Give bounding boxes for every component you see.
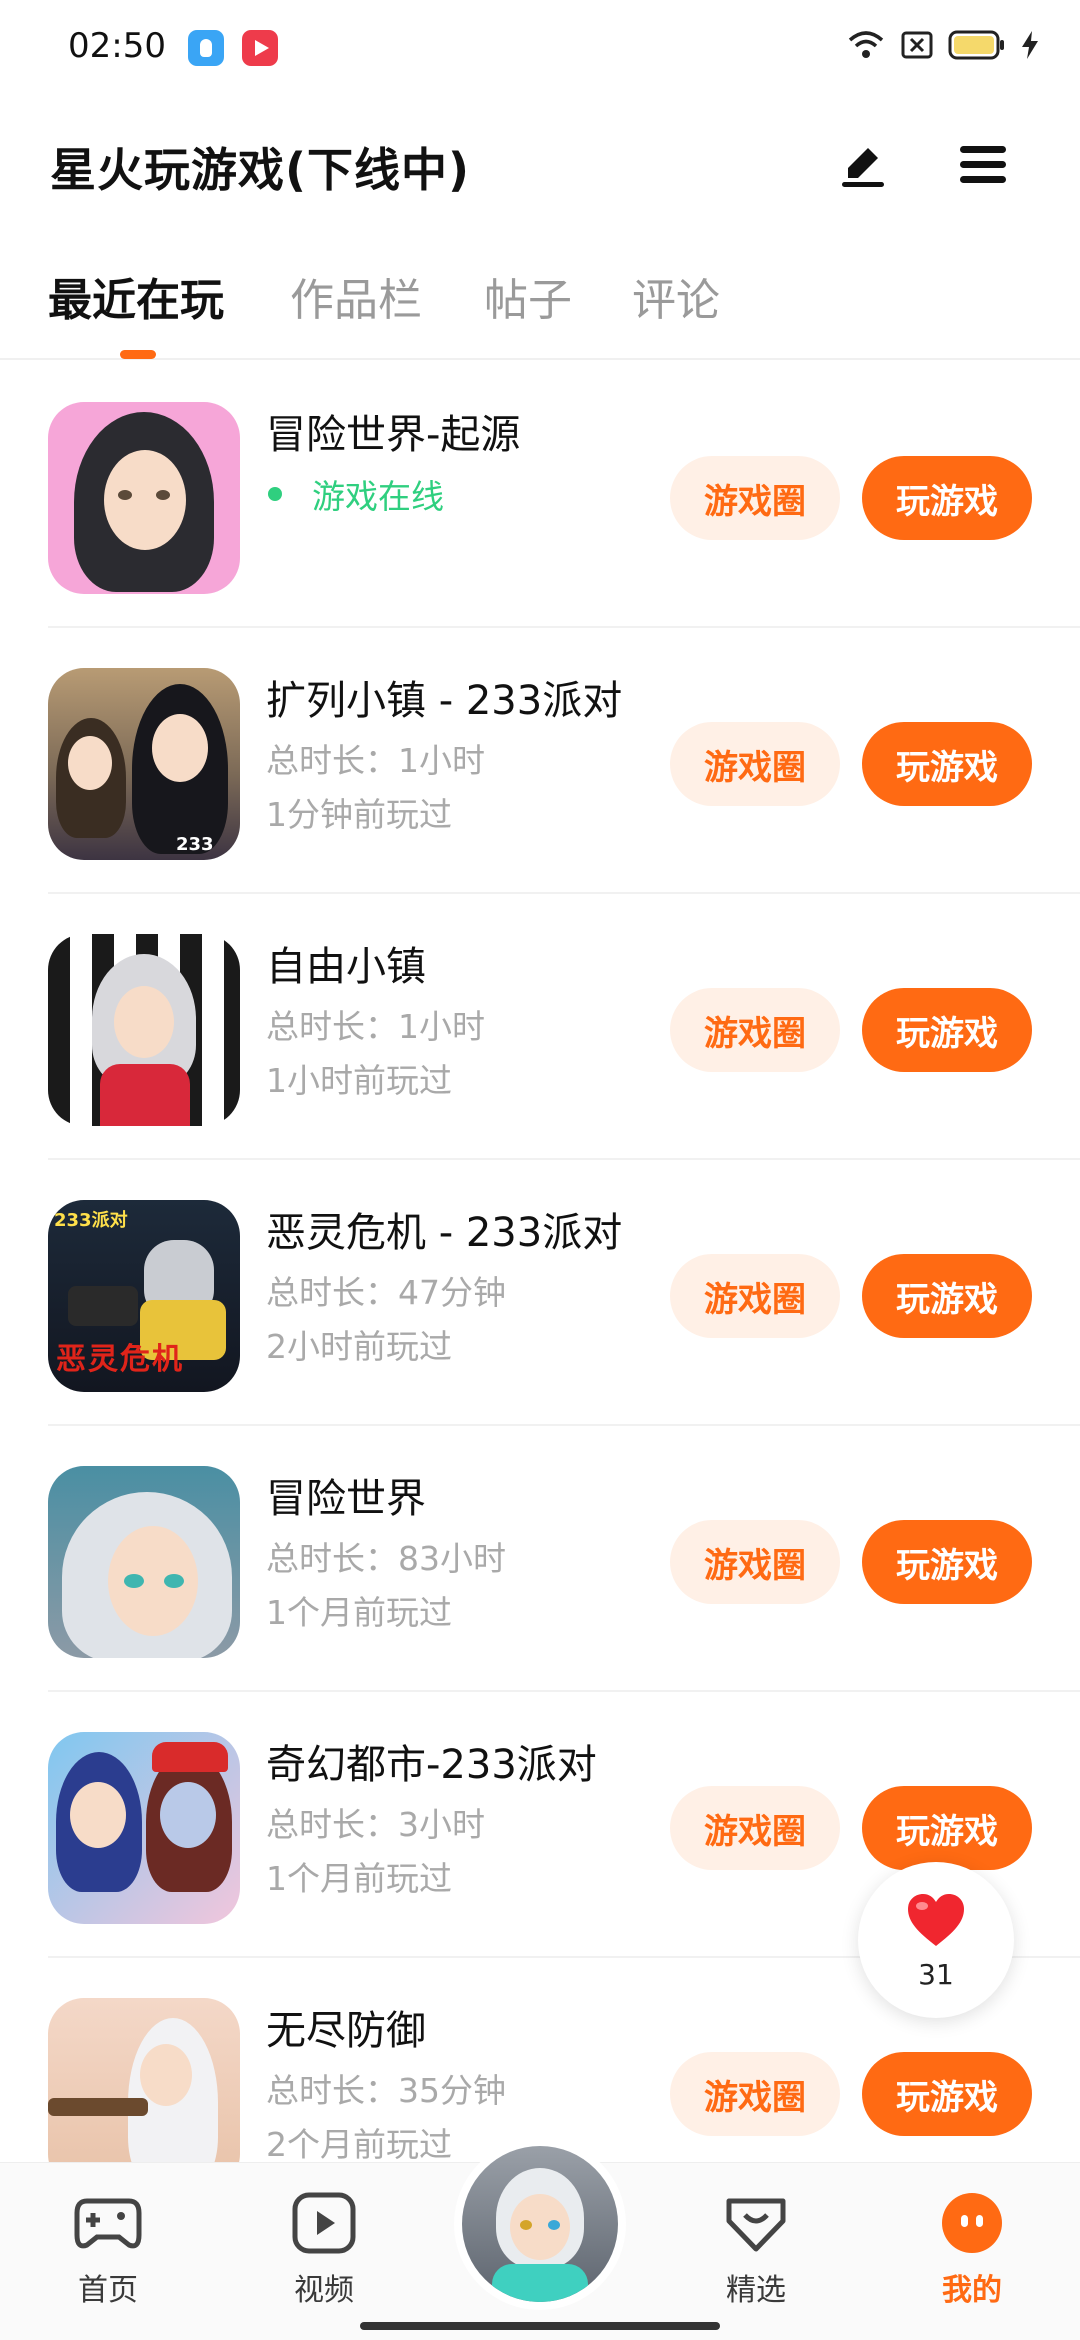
menu-icon bbox=[960, 146, 1006, 183]
game-circle-button[interactable]: 游戏圈 bbox=[670, 456, 840, 540]
game-icon[interactable] bbox=[48, 402, 240, 594]
profile-icon bbox=[942, 2193, 1002, 2253]
last-played: 1个月前玩过 bbox=[266, 1593, 452, 1632]
heart-icon bbox=[908, 1894, 964, 1946]
tab-comments[interactable]: 评论 bbox=[632, 264, 720, 328]
nav-label: 精选 bbox=[726, 2273, 786, 2308]
game-circle-button[interactable]: 游戏圈 bbox=[670, 988, 840, 1072]
profile-tabs: 最近在玩 作品栏 帖子 评论 bbox=[0, 250, 1080, 360]
game-circle-button[interactable]: 游戏圈 bbox=[670, 1520, 840, 1604]
play-game-button[interactable]: 玩游戏 bbox=[862, 1520, 1032, 1604]
video-icon bbox=[292, 2192, 356, 2254]
game-icon[interactable] bbox=[48, 1466, 240, 1658]
online-status: 游戏在线 bbox=[266, 470, 444, 518]
game-row[interactable]: 233派对 恶灵危机 恶灵危机 - 233派对 总时长：47分钟 2小时前玩过 … bbox=[0, 1160, 1080, 1426]
close-box-icon bbox=[901, 31, 933, 59]
nav-label: 首页 bbox=[78, 2273, 138, 2308]
game-row[interactable]: 233 扩列小镇 - 233派对 总时长：1小时 1分钟前玩过 游戏圈 玩游戏 bbox=[0, 628, 1080, 894]
game-icon[interactable] bbox=[48, 934, 240, 1126]
wifi-icon bbox=[848, 31, 884, 58]
online-label: 游戏在线 bbox=[312, 477, 444, 516]
last-played: 2小时前玩过 bbox=[266, 1327, 452, 1366]
play-duration: 总时长：1小时 bbox=[266, 741, 485, 780]
play-game-button[interactable]: 玩游戏 bbox=[862, 2052, 1032, 2136]
game-name: 扩列小镇 - 233派对 bbox=[266, 678, 623, 724]
page-title: 星火玩游戏(下线中) bbox=[50, 143, 471, 197]
active-tab-indicator bbox=[120, 350, 156, 359]
play-game-button[interactable]: 玩游戏 bbox=[862, 456, 1032, 540]
game-row[interactable]: 冒险世界 总时长：83小时 1个月前玩过 游戏圈 玩游戏 bbox=[0, 1426, 1080, 1692]
game-icon[interactable]: 233派对 恶灵危机 bbox=[48, 1200, 240, 1392]
tab-posts[interactable]: 帖子 bbox=[484, 264, 572, 328]
play-game-button[interactable]: 玩游戏 bbox=[862, 988, 1032, 1072]
notification-video-icon bbox=[242, 30, 278, 66]
tab-recently-played[interactable]: 最近在玩 bbox=[48, 264, 224, 328]
last-played: 1分钟前玩过 bbox=[266, 795, 452, 834]
gamepad-icon bbox=[74, 2198, 142, 2249]
icon-tag: 233派对 bbox=[54, 1210, 128, 1231]
title-bar: 星火玩游戏(下线中) bbox=[0, 110, 1080, 220]
game-name: 奇幻都市-233派对 bbox=[266, 1742, 597, 1788]
last-played: 1小时前玩过 bbox=[266, 1061, 452, 1100]
play-duration: 总时长：47分钟 bbox=[266, 1273, 506, 1312]
game-icon[interactable] bbox=[48, 1732, 240, 1924]
nav-video[interactable]: 视频 bbox=[254, 2163, 394, 2308]
game-circle-button[interactable]: 游戏圈 bbox=[670, 2052, 840, 2136]
like-count: 31 bbox=[918, 1958, 954, 1991]
icon-tag: 233 bbox=[176, 834, 214, 855]
game-name: 恶灵危机 - 233派对 bbox=[266, 1210, 623, 1256]
last-played: 2个月前玩过 bbox=[266, 2125, 452, 2162]
battery-icon bbox=[948, 30, 1004, 60]
last-played: 1个月前玩过 bbox=[266, 1859, 452, 1898]
nav-home[interactable]: 首页 bbox=[38, 2163, 178, 2308]
play-duration: 总时长：35分钟 bbox=[266, 2071, 506, 2110]
tab-works[interactable]: 作品栏 bbox=[290, 264, 422, 328]
like-button[interactable]: 31 bbox=[858, 1862, 1014, 2018]
game-icon[interactable]: 233 bbox=[48, 668, 240, 860]
nav-label: 视频 bbox=[294, 2273, 354, 2308]
home-indicator[interactable] bbox=[360, 2322, 720, 2330]
edit-icon bbox=[842, 148, 884, 187]
game-name: 冒险世界-起源 bbox=[266, 412, 521, 458]
play-duration: 总时长：83小时 bbox=[266, 1539, 506, 1578]
heart-box-icon bbox=[726, 2198, 786, 2252]
game-name: 自由小镇 bbox=[266, 944, 426, 990]
game-circle-button[interactable]: 游戏圈 bbox=[670, 1786, 840, 1870]
notification-app-icon bbox=[188, 30, 224, 66]
edit-button[interactable] bbox=[828, 130, 898, 200]
nav-featured[interactable]: 精选 bbox=[686, 2163, 826, 2308]
game-name: 冒险世界 bbox=[266, 1476, 426, 1522]
game-circle-button[interactable]: 游戏圈 bbox=[670, 1254, 840, 1338]
game-row[interactable]: 冒险世界-起源 游戏在线 游戏圈 玩游戏 bbox=[0, 362, 1080, 628]
status-icons bbox=[846, 28, 1040, 62]
play-game-button[interactable]: 玩游戏 bbox=[862, 722, 1032, 806]
status-bar: 02:50 bbox=[0, 0, 1080, 96]
avatar[interactable] bbox=[454, 2138, 626, 2310]
game-row[interactable]: 自由小镇 总时长：1小时 1小时前玩过 游戏圈 玩游戏 bbox=[0, 894, 1080, 1160]
play-game-button[interactable]: 玩游戏 bbox=[862, 1786, 1032, 1870]
nav-label: 我的 bbox=[942, 2273, 1002, 2308]
game-name: 无尽防御 bbox=[266, 2008, 426, 2054]
play-duration: 总时长：1小时 bbox=[266, 1007, 485, 1046]
play-duration: 总时长：3小时 bbox=[266, 1805, 485, 1844]
game-icon[interactable] bbox=[48, 1998, 240, 2162]
status-time: 02:50 bbox=[68, 26, 166, 66]
nav-mine[interactable]: 我的 bbox=[902, 2163, 1042, 2308]
play-game-button[interactable]: 玩游戏 bbox=[862, 1254, 1032, 1338]
game-circle-button[interactable]: 游戏圈 bbox=[670, 722, 840, 806]
charging-icon bbox=[1022, 31, 1038, 59]
online-dot-icon bbox=[268, 487, 282, 501]
menu-button[interactable] bbox=[948, 130, 1018, 200]
icon-title-text: 恶灵危机 bbox=[56, 1342, 184, 1377]
